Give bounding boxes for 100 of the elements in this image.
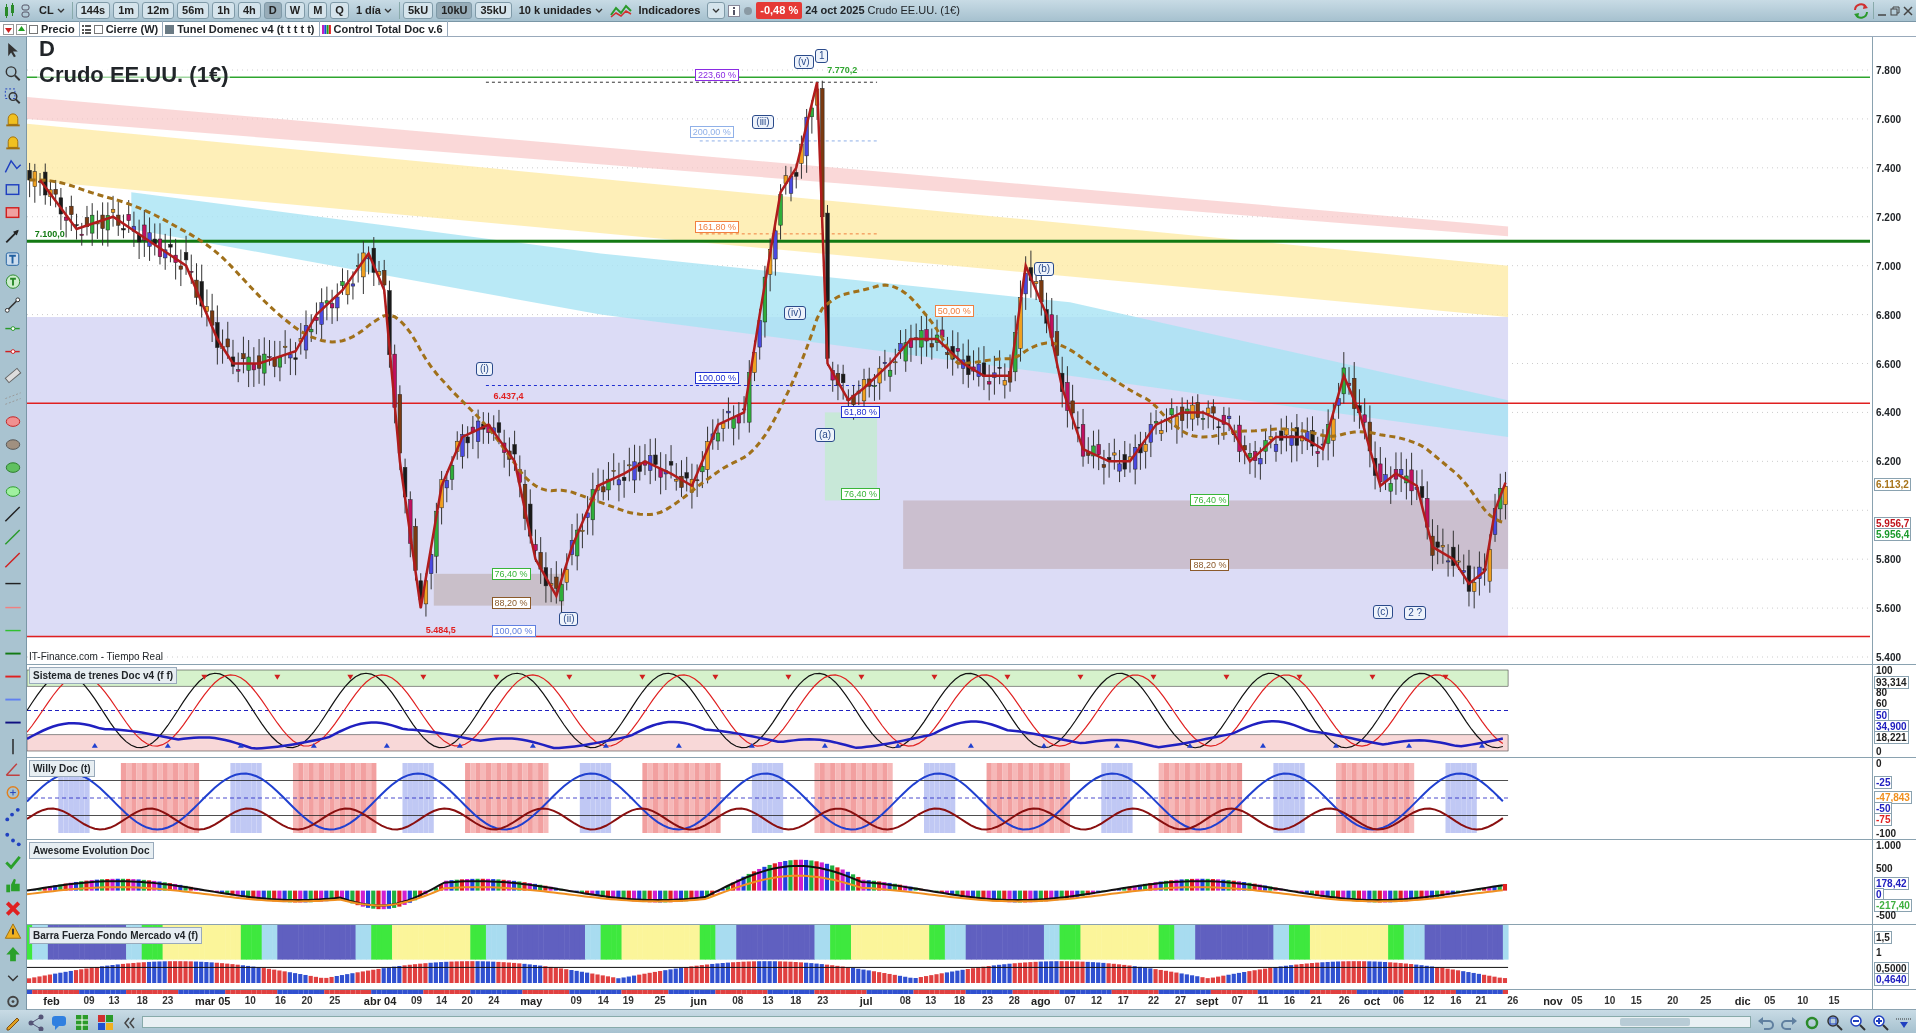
- date-label: 09: [411, 994, 423, 1008]
- date-label: 14: [597, 994, 609, 1008]
- units-dropdown[interactable]: 10 k unidades: [514, 2, 607, 19]
- wave-label: 1: [814, 49, 829, 64]
- list-icon: [81, 24, 91, 34]
- date-label: 23: [982, 994, 994, 1008]
- axis-label: -25: [1874, 775, 1893, 789]
- interval-button[interactable]: 144s: [75, 2, 111, 19]
- share-icon[interactable]: [27, 1012, 45, 1031]
- date-label: mar 05: [194, 994, 231, 1008]
- date-label: 14: [436, 994, 448, 1008]
- axis-label: 0,4640: [1874, 973, 1909, 987]
- line-icon[interactable]: [3, 296, 23, 315]
- fibonacci-label: 88,20 %: [491, 597, 531, 610]
- fibonacci-label: 100,00 %: [694, 372, 739, 385]
- interval-button[interactable]: Q: [330, 2, 349, 19]
- chart-title: Crudo EE.UU. (1€): [37, 63, 231, 87]
- interval-button[interactable]: D: [263, 2, 282, 19]
- date-label: 23: [162, 994, 174, 1008]
- search-icon[interactable]: [3, 64, 23, 83]
- diagonal-line-icon[interactable]: [3, 504, 23, 523]
- date-label: 21: [1310, 994, 1322, 1008]
- price-tag: 6.113,2: [1874, 477, 1911, 491]
- date-label: 26: [1507, 994, 1519, 1008]
- interval-button[interactable]: 1h: [212, 2, 235, 19]
- date-label: 19: [622, 994, 634, 1008]
- zoom-fit-icon[interactable]: [1825, 1012, 1843, 1031]
- instrument-label: Crudo EE.UU. (1€): [867, 3, 960, 19]
- spreadsheet-icon[interactable]: [73, 1012, 91, 1031]
- text-bubble-icon[interactable]: [3, 272, 23, 292]
- date-label: dic: [1734, 994, 1751, 1008]
- date-label: 20: [461, 994, 473, 1008]
- legend-label: Cierre (W): [105, 21, 159, 37]
- refresh-icon[interactable]: [1852, 1, 1870, 20]
- fibonacci-label: 200,00 %: [689, 126, 734, 139]
- warning-icon[interactable]: [3, 922, 23, 941]
- date-label: 05: [1764, 994, 1776, 1008]
- axis-label: 93,314: [1874, 676, 1909, 689]
- source-label: IT-Finance.com - Tiempo Real: [29, 650, 163, 664]
- date-label: 17: [1117, 994, 1129, 1008]
- date-label: 20: [301, 994, 313, 1008]
- axis-label: 7.800: [1876, 65, 1902, 76]
- zoom-area-icon[interactable]: [3, 87, 23, 106]
- interval-button[interactable]: 56m: [177, 2, 210, 19]
- units-button[interactable]: 10kU: [436, 2, 473, 19]
- link-icon[interactable]: [20, 3, 32, 18]
- zoom-out-icon[interactable]: [1848, 1012, 1866, 1031]
- bell-icon[interactable]: [3, 133, 23, 152]
- panel-title: Barra Fuerza Fondo Mercado v4 (f): [29, 927, 203, 944]
- panel-title: Sistema de trenes Doc v4 (f f): [29, 667, 178, 684]
- axis-label: 0: [1876, 758, 1882, 769]
- date-label: 13: [925, 994, 937, 1008]
- axis-label: 5.600: [1876, 603, 1902, 615]
- wave-label: (iii): [752, 115, 774, 130]
- date-label: 28: [1008, 994, 1020, 1008]
- date-label: 07: [1231, 994, 1243, 1008]
- date-label: 15: [1828, 994, 1840, 1008]
- interval-button[interactable]: W: [284, 2, 306, 19]
- date-label: 25: [1700, 994, 1712, 1008]
- caret-icon: [594, 7, 603, 14]
- date-label: 10: [1604, 994, 1616, 1008]
- interval-button[interactable]: 1m: [113, 2, 140, 19]
- indicators-button[interactable]: Indicadores: [634, 2, 705, 19]
- panel-title: Willy Doc (t): [29, 760, 95, 777]
- date-label: 12: [1423, 994, 1435, 1008]
- symbol-dropdown[interactable]: CL: [35, 2, 69, 19]
- period-dropdown[interactable]: 1 día: [351, 2, 396, 19]
- checkbox[interactable]: [93, 24, 103, 34]
- axis-label: 6.200: [1876, 456, 1902, 468]
- axis-label: 6.400: [1876, 407, 1902, 419]
- grid-icon[interactable]: [96, 1012, 114, 1031]
- info-icon[interactable]: [728, 4, 741, 17]
- date-label: 08: [732, 994, 744, 1008]
- wave-label: (v): [794, 55, 814, 70]
- checkbox[interactable]: [29, 24, 38, 34]
- units-button[interactable]: 35kU: [475, 2, 512, 19]
- units-button[interactable]: 5kU: [402, 2, 434, 19]
- legend-label: Tunel Domenec v4 (t t t t t): [177, 21, 315, 37]
- axis-label: -500: [1876, 910, 1896, 922]
- close-icon[interactable]: [1903, 5, 1913, 16]
- axis-label: -75: [1874, 813, 1893, 827]
- color-bars-icon: [321, 24, 331, 34]
- price-level-label: 7.770,2: [826, 65, 859, 76]
- interval-button[interactable]: 12m: [142, 2, 175, 19]
- axis-label: 1,5: [1874, 931, 1892, 945]
- date-label: 08: [899, 994, 911, 1008]
- interval-button[interactable]: 4h: [237, 2, 261, 19]
- fibonacci-label: 100,00 %: [491, 625, 536, 638]
- restore-icon[interactable]: [1890, 5, 1900, 16]
- date-label: 26: [1338, 994, 1350, 1008]
- axis-label: 7.400: [1876, 162, 1902, 174]
- candlestick-icon[interactable]: [3, 2, 17, 19]
- scrollbar[interactable]: [142, 1015, 1751, 1028]
- date-label: 25: [329, 994, 341, 1008]
- interval-button[interactable]: M: [308, 2, 328, 19]
- date-label: 07: [1064, 994, 1076, 1008]
- price-level-label: 7.100,0: [33, 229, 66, 240]
- date-label: 12: [1091, 994, 1103, 1008]
- zoom-in-icon[interactable]: [1871, 1012, 1889, 1031]
- indicator-chart-icon[interactable]: [609, 2, 632, 19]
